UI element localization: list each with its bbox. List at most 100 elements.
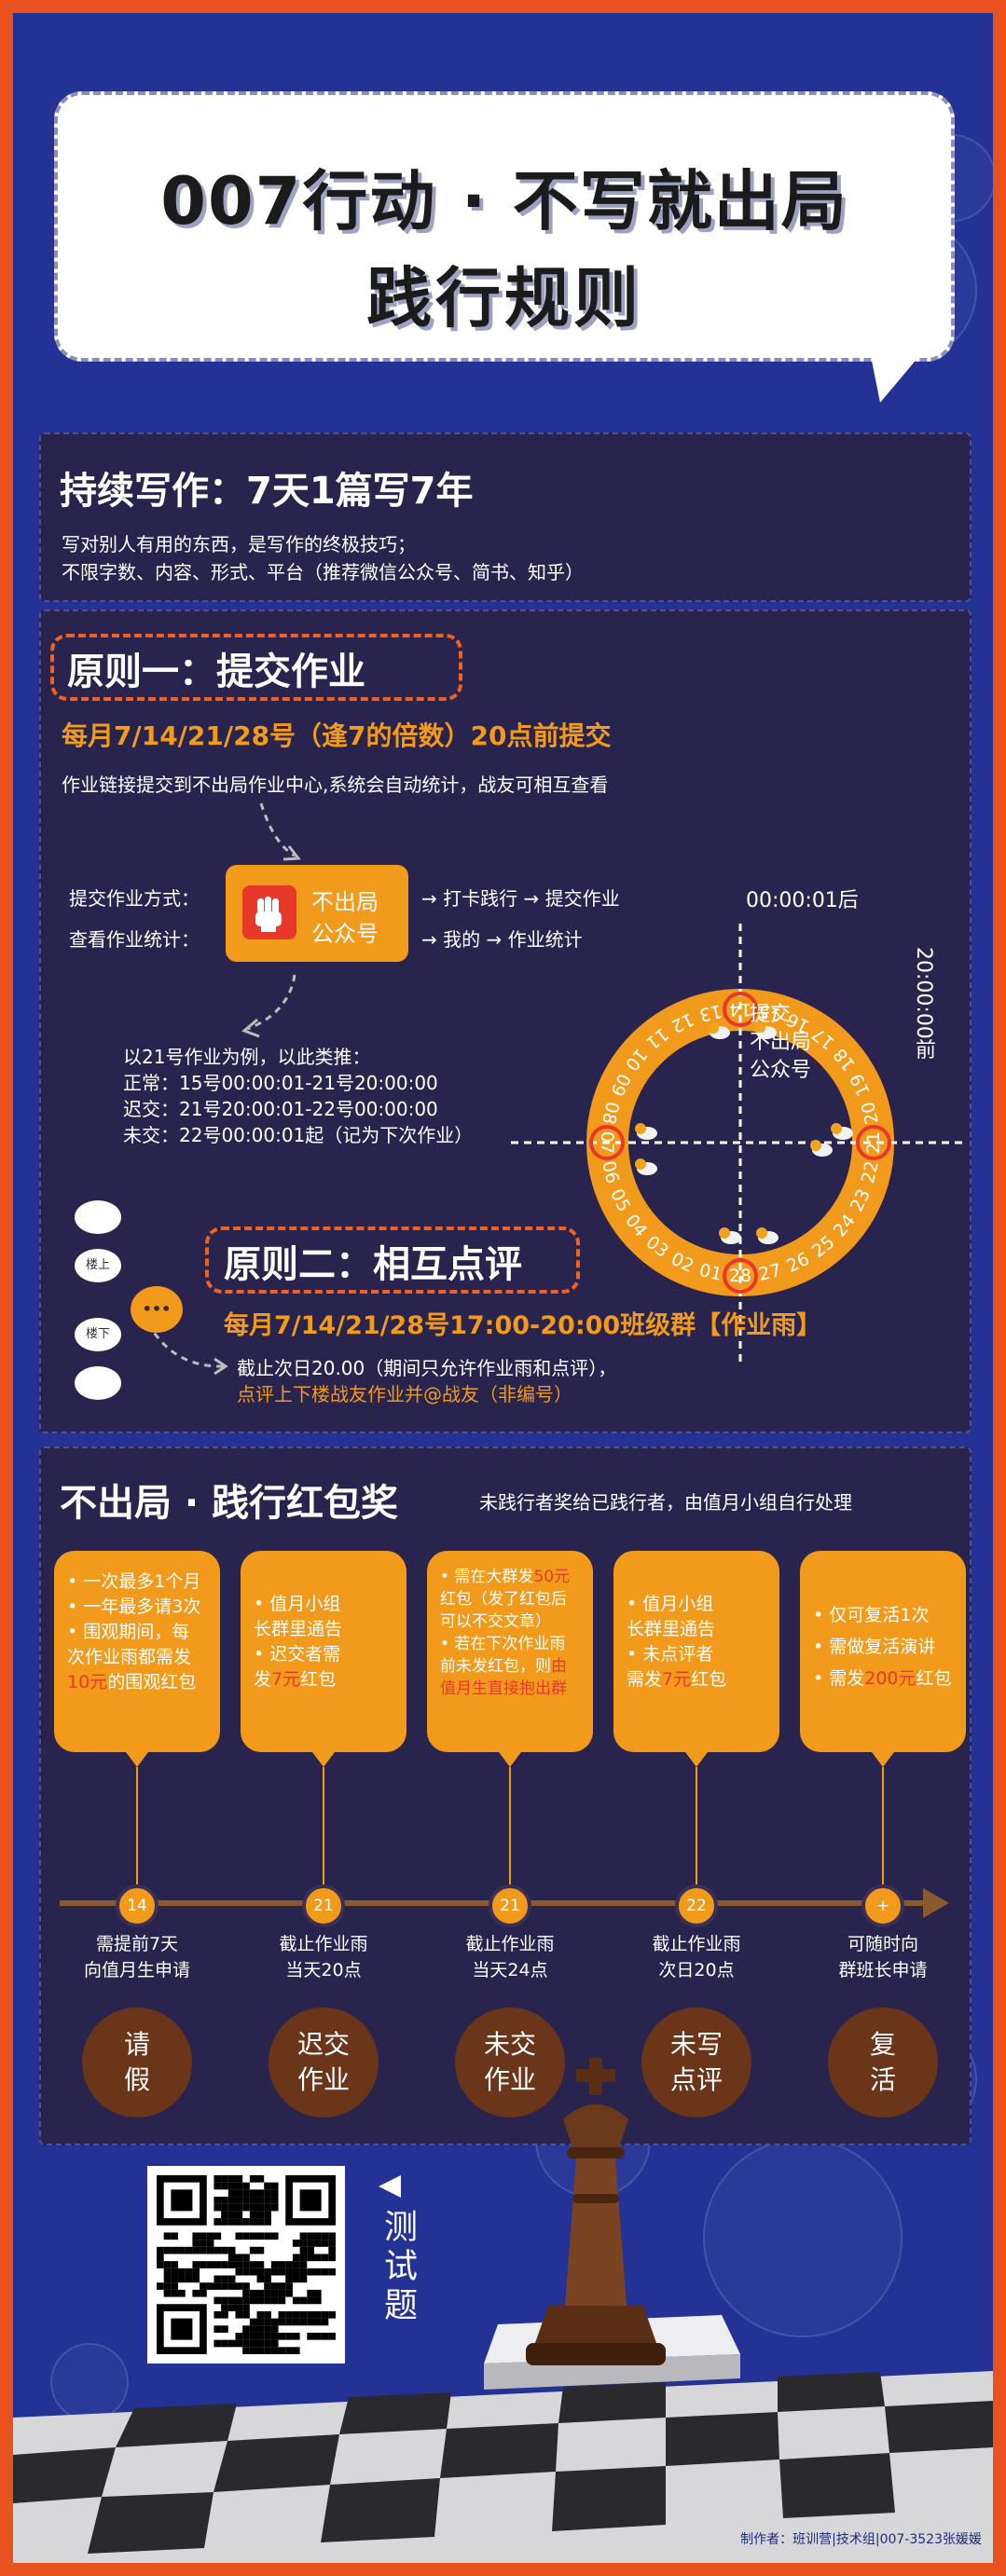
qr-module	[278, 2282, 286, 2290]
qr-module	[313, 2232, 322, 2240]
qr-module	[242, 2261, 250, 2268]
qr-module	[221, 2282, 228, 2290]
chess-king-icon	[526, 2058, 666, 2365]
qr-module	[178, 2268, 186, 2276]
card-amount: 200元	[864, 1668, 916, 1689]
qr-module	[249, 2339, 257, 2348]
qr-module	[163, 2275, 172, 2283]
qr-module	[278, 2310, 286, 2319]
qr-module	[206, 2246, 214, 2254]
qr-module	[242, 2189, 250, 2198]
qr-module	[278, 2268, 286, 2276]
qr-module	[221, 2175, 228, 2183]
qr-module	[285, 2310, 293, 2319]
qr-module	[214, 2182, 222, 2190]
qr-module	[249, 2232, 257, 2240]
qr-module	[292, 2254, 300, 2262]
qr-module	[227, 2254, 236, 2262]
weather-sun-icon	[756, 1227, 767, 1239]
qr-module	[307, 2310, 314, 2319]
qr-module	[264, 2325, 271, 2333]
timeline-node: 21	[489, 1884, 531, 1927]
card-amount: 7元	[662, 1669, 692, 1690]
chat-bubble-empty	[75, 1200, 121, 1234]
qr-module	[242, 2339, 250, 2348]
qr-module	[221, 2246, 228, 2254]
qr-module	[185, 2268, 193, 2276]
qr-module	[256, 2261, 265, 2268]
board-square	[321, 2478, 440, 2542]
quiz-label[interactable]: 测试题	[373, 2209, 421, 2326]
intro-line1: 写对别人有用的东西，是写作的终极技巧；	[62, 533, 416, 555]
qr-module	[185, 2246, 193, 2254]
official-account-badge[interactable]: 不出局 公众号	[226, 865, 408, 962]
qr-module	[235, 2304, 243, 2311]
qr-module	[249, 2218, 257, 2226]
card-text: • 迟交者需	[254, 1644, 341, 1665]
qr-module	[292, 2318, 300, 2326]
qr-module	[285, 2261, 293, 2268]
header-tail	[871, 356, 919, 403]
card-text: • 需发	[813, 1668, 865, 1689]
qr-module	[313, 2268, 322, 2276]
board-square	[778, 2372, 885, 2412]
timeline-caption: 截止作业雨 当天24点	[417, 1931, 603, 1983]
qr-module	[206, 2240, 214, 2247]
qr-code[interactable]	[147, 2166, 345, 2364]
outcome-line: 迟交	[296, 2029, 350, 2060]
outcome-line: 未写	[669, 2029, 723, 2060]
qr-module	[163, 2261, 172, 2268]
card-text: • 一次最多1个月	[67, 1571, 201, 1592]
card-text: 需发7元红包	[627, 1667, 770, 1692]
qr-module	[221, 2211, 228, 2219]
card-text: 次作业雨都需发	[67, 1647, 192, 1667]
fist-glyph	[255, 897, 282, 932]
qr-module	[227, 2339, 236, 2348]
timeline-arrowhead	[923, 1888, 949, 1918]
qr-module	[299, 2261, 308, 2268]
weather-sun-icon	[810, 1140, 821, 1151]
qr-module	[249, 2318, 257, 2326]
qr-module	[256, 2325, 265, 2333]
qr-module	[299, 2268, 308, 2276]
qr-module	[178, 2289, 186, 2297]
qr-module	[270, 2232, 279, 2240]
timeline-caption: 截止作业雨 当天20点	[230, 1931, 417, 1983]
qr-module	[285, 2332, 293, 2340]
qr-module	[235, 2203, 243, 2212]
qr-module	[221, 2296, 228, 2305]
qr-module	[264, 2232, 271, 2240]
qr-module	[171, 2268, 179, 2276]
rewards-panel: 不出局 · 践行红包奖 未践行者奖给已践行者，由值月小组自行处理 • 一次最多1…	[39, 1446, 972, 2145]
qr-module	[192, 2246, 200, 2254]
qr-module	[221, 2261, 228, 2268]
qr-module	[242, 2296, 250, 2305]
clock-label-after: 00:00:01后	[746, 889, 859, 912]
qr-module	[292, 2275, 300, 2283]
qr-module	[256, 2211, 265, 2219]
example-title: 以21号作业为例，以此类推：	[123, 1046, 371, 1068]
qr-module	[256, 2189, 265, 2198]
qr-module	[285, 2268, 293, 2276]
qr-module	[313, 2318, 322, 2326]
qr-module	[270, 2282, 279, 2290]
qr-module	[242, 2332, 250, 2340]
qr-module	[256, 2318, 265, 2326]
qr-module	[235, 2296, 243, 2305]
board-square	[88, 2492, 214, 2554]
timeline-stem	[136, 1767, 138, 1884]
qr-module	[270, 2296, 279, 2305]
outcome-revive: 复活	[828, 2007, 938, 2117]
example-late: 迟交：21号20:00:01-22号00:00:00	[123, 1098, 438, 1120]
qr-module	[264, 2332, 271, 2340]
qr-module	[214, 2296, 222, 2305]
qr-module	[299, 2246, 308, 2254]
card-text: • 需在大群发	[440, 1568, 534, 1586]
qr-module	[292, 2261, 300, 2268]
qr-module	[313, 2296, 322, 2305]
caption-line: 截止作业雨	[465, 1934, 555, 1954]
qr-module	[299, 2296, 308, 2305]
qr-module	[200, 2282, 207, 2290]
card-text: 红包	[300, 1669, 337, 1690]
qr-module	[249, 2211, 257, 2219]
